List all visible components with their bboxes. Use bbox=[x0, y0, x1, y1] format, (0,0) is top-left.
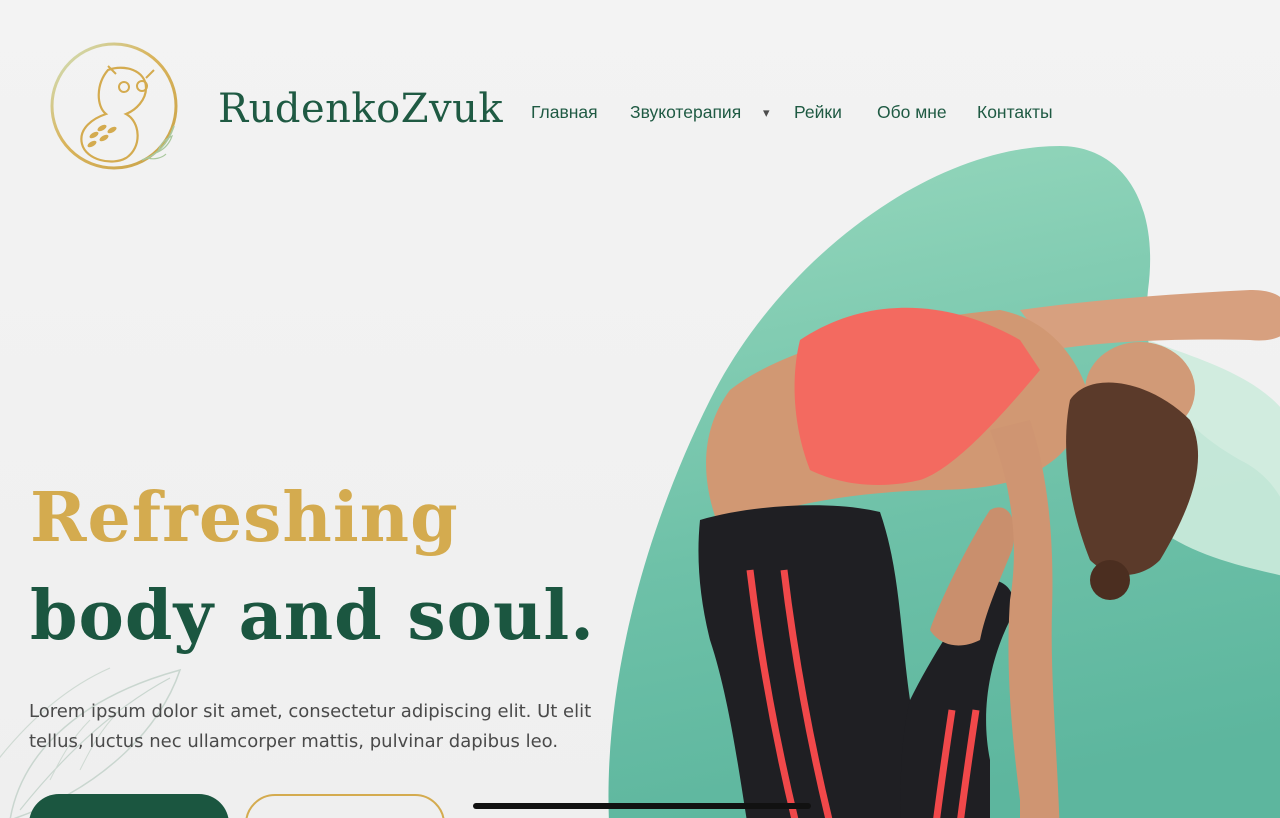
chevron-down-icon[interactable]: ▾ bbox=[763, 105, 770, 121]
secondary-cta-button[interactable] bbox=[245, 794, 445, 818]
nav-item-contacts[interactable]: Контакты bbox=[977, 102, 1053, 123]
primary-cta-button[interactable] bbox=[29, 794, 229, 818]
hero-headline-line2: body and soul. bbox=[30, 576, 595, 656]
brand-name[interactable]: RudenkoZvuk bbox=[218, 86, 503, 132]
nav-item-about[interactable]: Обо мне bbox=[877, 102, 947, 123]
nav-item-sound-therapy[interactable]: Звукотерапия bbox=[630, 102, 741, 123]
nav-item-home[interactable]: Главная bbox=[531, 102, 598, 123]
yoga-woman-image bbox=[698, 290, 1280, 818]
landing-page: RudenkoZvuk Главная Звукотерапия ▾ Рейки… bbox=[0, 0, 1280, 818]
hero-headline-line1: Refreshing bbox=[30, 478, 459, 558]
owl-logo-icon[interactable] bbox=[46, 40, 186, 172]
home-indicator-bar[interactable] bbox=[473, 803, 811, 809]
hero-lead-text: Lorem ipsum dolor sit amet, consectetur … bbox=[29, 701, 592, 752]
nav-item-reiki[interactable]: Рейки bbox=[794, 102, 842, 123]
